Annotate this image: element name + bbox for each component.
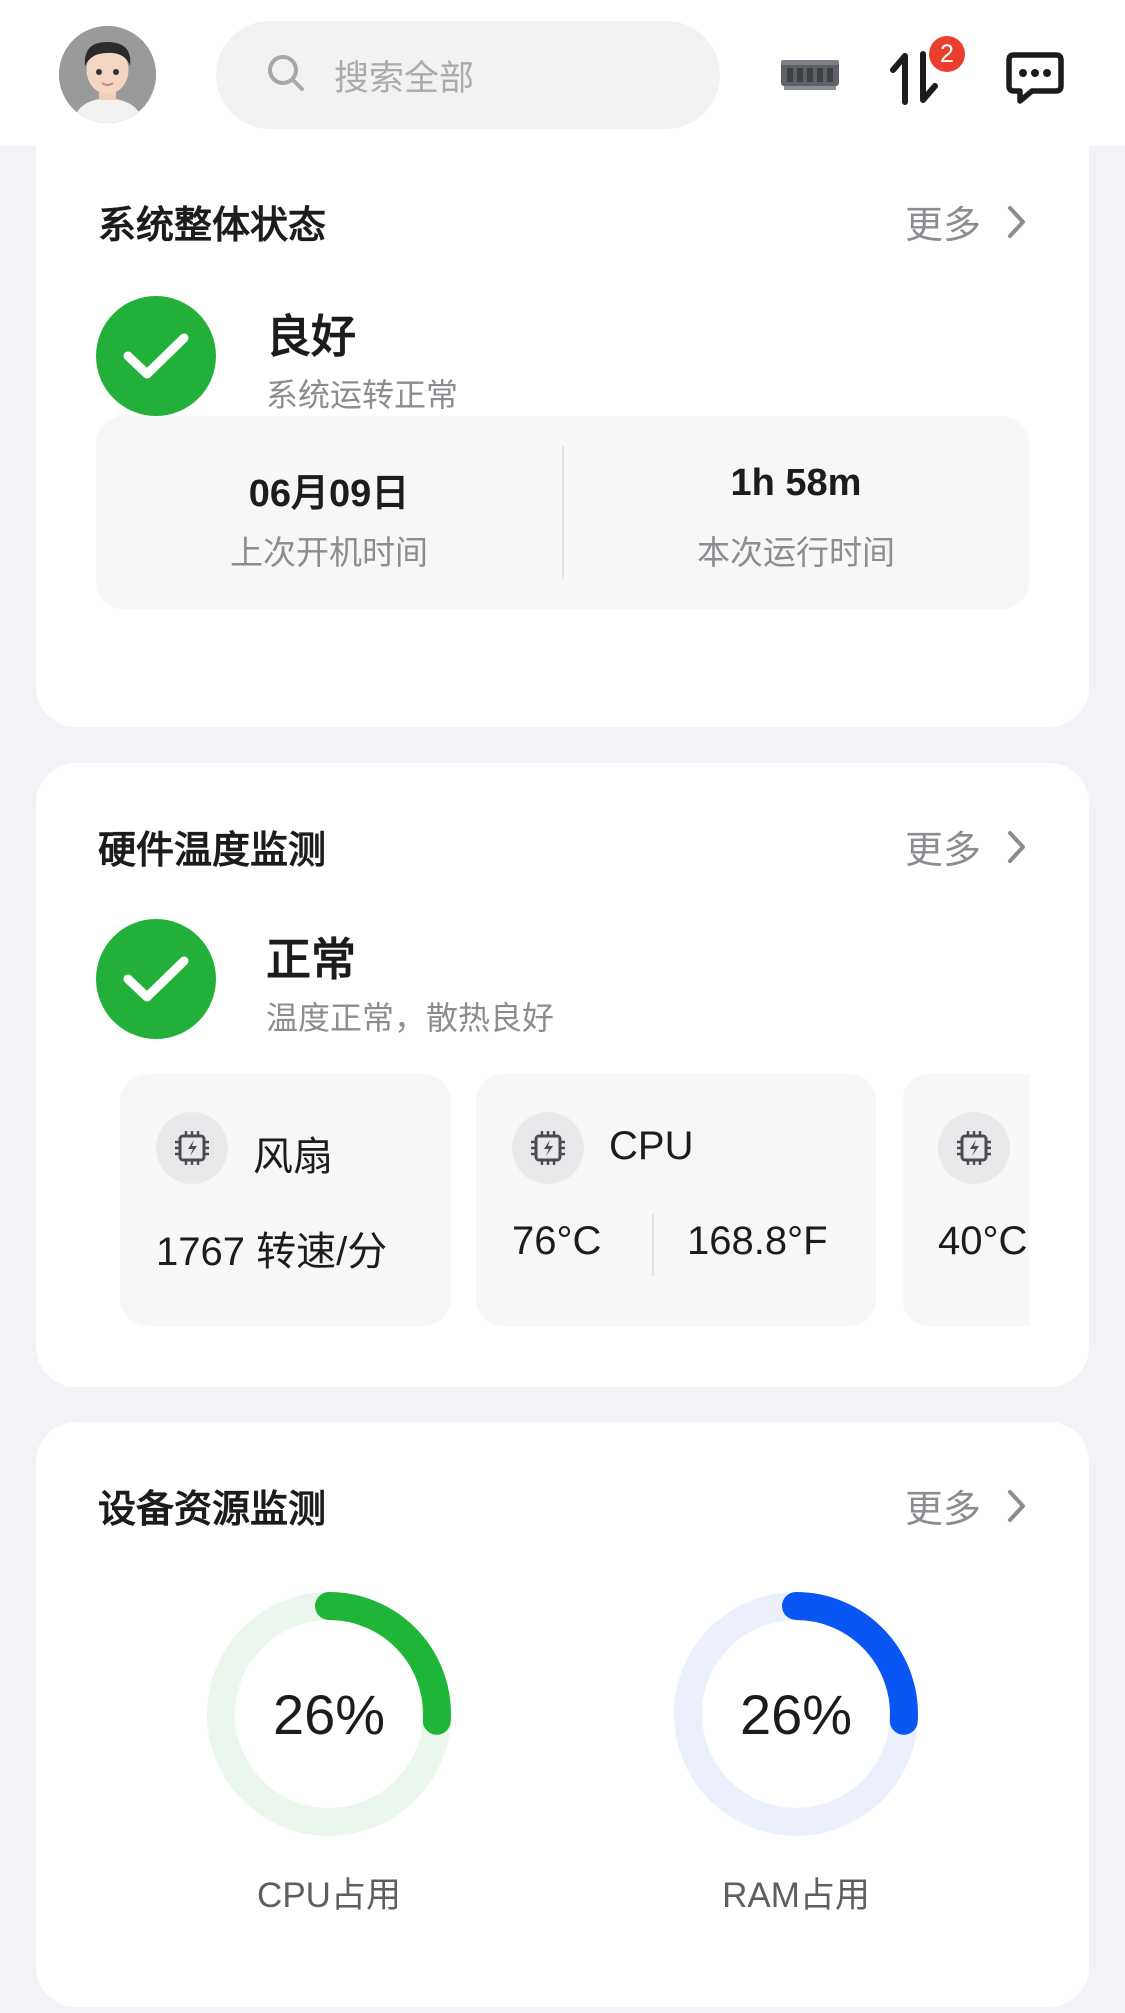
status-description: 温度正常，散热良好	[266, 999, 555, 1037]
last-boot-value: 06月09日	[248, 473, 410, 515]
ram-usage-ring[interactable]: 26%	[671, 1589, 921, 1839]
search-bar[interactable]: 搜索全部	[216, 21, 720, 129]
last-boot-label: 上次开机时间	[230, 533, 428, 572]
cpu-usage-ring[interactable]: 26%	[204, 1589, 454, 1839]
cpu-temp-tile[interactable]: CPU 76°C 168.8°F	[476, 1074, 876, 1326]
ram-usage-percent: 26%	[740, 1683, 852, 1746]
uptime-value: 1h 58m	[730, 462, 862, 504]
fan-tile[interactable]: 风扇 1767 转速/分	[120, 1074, 451, 1326]
card-title: 系统整体状态	[98, 203, 327, 247]
chevron-right-icon	[1008, 205, 1025, 238]
status-description: 系统运转正常	[266, 376, 459, 414]
uptime-block: 1h 58m 本次运行时间	[563, 416, 1029, 609]
chip-icon	[938, 1112, 1010, 1184]
cpu-usage-label: CPU占用	[257, 1876, 401, 1915]
uptime-label: 本次运行时间	[697, 533, 895, 572]
cpu-celsius-value: 76°C	[512, 1219, 602, 1263]
hardware-temp-card: 硬件温度监测 更多 正常 温度正常，散热良好 风扇 1767 转速/分 CPU …	[36, 763, 1089, 1387]
temperature-tiles[interactable]: 风扇 1767 转速/分 CPU 76°C 168.8°F 40°C	[120, 1074, 1029, 1326]
more-label: 更多	[904, 828, 981, 872]
check-icon	[96, 296, 216, 416]
status-title: 正常	[266, 933, 357, 986]
more-link[interactable]: 更多	[905, 819, 1027, 874]
avatar[interactable]	[59, 26, 156, 123]
tile-name: CPU	[609, 1124, 694, 1168]
card-title: 硬件温度监测	[98, 828, 327, 872]
temp-tile[interactable]: 40°C	[902, 1074, 1029, 1326]
system-status-card: 系统整体状态 更多 良好 系统运转正常 06月09日 上次开机时间 1h 58m…	[36, 110, 1089, 727]
message-icon[interactable]	[1006, 52, 1064, 108]
last-boot-block: 06月09日 上次开机时间	[96, 416, 562, 609]
fan-speed-value: 1767 转速/分	[156, 1230, 388, 1274]
cpu-usage-percent: 26%	[273, 1683, 385, 1746]
more-link[interactable]: 更多	[905, 194, 1027, 249]
search-icon	[266, 53, 306, 97]
nas-device-icon[interactable]	[780, 58, 840, 96]
status-title: 良好	[266, 310, 357, 363]
cpu-fahrenheit-value: 168.8°F	[687, 1219, 828, 1263]
tile-name: 风扇	[253, 1135, 333, 1179]
top-bar: 搜索全部 2	[0, 0, 1125, 146]
temp-celsius-value: 40°C	[938, 1219, 1028, 1263]
chevron-right-icon	[1008, 1489, 1025, 1522]
transfer-badge: 2	[929, 36, 965, 72]
more-label: 更多	[904, 203, 981, 247]
chevron-right-icon	[1008, 830, 1025, 863]
uptime-info-box: 06月09日 上次开机时间 1h 58m 本次运行时间	[96, 416, 1029, 609]
resource-monitor-card: 设备资源监测 更多 26% CPU占用 26% RAM占用	[36, 1422, 1089, 2007]
chip-icon	[156, 1112, 228, 1184]
more-label: 更多	[904, 1487, 981, 1531]
more-link[interactable]: 更多	[905, 1478, 1027, 1533]
search-placeholder: 搜索全部	[334, 58, 475, 99]
chip-icon	[512, 1112, 584, 1184]
divider	[652, 1214, 654, 1276]
check-icon	[96, 919, 216, 1039]
ram-usage-label: RAM占用	[722, 1876, 870, 1915]
card-title: 设备资源监测	[98, 1487, 327, 1531]
